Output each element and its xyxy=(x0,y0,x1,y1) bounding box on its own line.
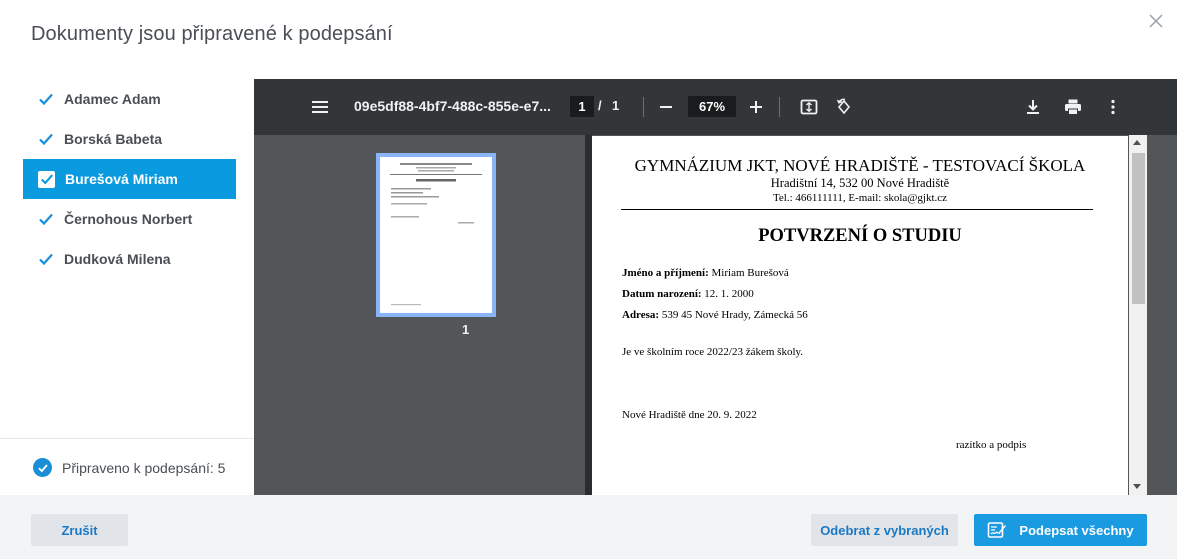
dialog-footer: Zrušit Odebrat z vybraných Podepsat všec… xyxy=(0,495,1177,559)
dob-value: 12. 1. 2000 xyxy=(704,288,754,300)
toolbar-divider xyxy=(779,97,780,117)
school-address: Hradištní 14, 532 00 Nové Hradiště xyxy=(770,176,950,190)
signature-icon xyxy=(987,520,1007,540)
address-line: Adresa: 539 45 Nové Hrady, Zámecká 56 xyxy=(622,309,808,321)
page-separator: / xyxy=(598,98,602,113)
pdf-toolbar: 09e5df88-4bf7-488c-855e-e7... 1 / 1 67% xyxy=(254,79,1177,135)
scroll-thumb[interactable] xyxy=(1132,153,1145,304)
list-item-adamec-adam[interactable]: Adamec Adam xyxy=(23,79,236,119)
ready-status: Připraveno k podepsání: 5 xyxy=(33,458,225,477)
sign-documents-dialog: Dokumenty jsou připravené k podepsání Ad… xyxy=(0,0,1177,559)
pdf-viewer: 09e5df88-4bf7-488c-855e-e7... 1 / 1 67% xyxy=(254,79,1177,495)
name-line: Jméno a příjmení: Miriam Burešová xyxy=(622,267,789,279)
list-item-dudkova-milena[interactable]: Dudková Milena xyxy=(23,239,236,279)
remove-selected-button[interactable]: Odebrat z vybraných xyxy=(811,514,958,546)
name-label: Jméno a příjmení: xyxy=(622,267,709,279)
check-circle-icon xyxy=(33,458,52,477)
dob-line: Datum narození: 12. 1. 2000 xyxy=(622,288,754,300)
checkmark-icon[interactable] xyxy=(38,170,55,188)
more-icon[interactable] xyxy=(1103,97,1123,117)
stamp-label: razítko a podpis xyxy=(956,439,1027,451)
document-view: GYMNÁZIUM JKT, NOVÉ HRADIŠTĚ - TESTOVACÍ… xyxy=(592,135,1177,495)
person-name: Burešová Miriam xyxy=(65,171,178,187)
place-date: Nové Hradiště dne 20. 9. 2022 xyxy=(622,409,757,421)
zoom-out-icon[interactable] xyxy=(656,97,676,117)
download-icon[interactable] xyxy=(1023,97,1043,117)
address-value: 539 45 Nové Hrady, Zámecká 56 xyxy=(661,309,808,321)
divider xyxy=(0,438,254,439)
person-name: Černohous Norbert xyxy=(64,211,193,227)
statement: Je ve školním roce 2022/23 žákem školy. xyxy=(622,346,804,358)
page-thumbnail[interactable] xyxy=(376,153,496,317)
zoom-input[interactable]: 67% xyxy=(688,96,736,117)
document-scrollbar[interactable] xyxy=(1129,135,1147,495)
menu-icon[interactable] xyxy=(311,98,329,116)
ready-label: Připraveno k podepsání: 5 xyxy=(62,459,226,476)
document-page: GYMNÁZIUM JKT, NOVÉ HRADIŠTĚ - TESTOVACÍ… xyxy=(592,136,1128,495)
list-item-cernohous-norbert[interactable]: Černohous Norbert xyxy=(23,199,236,239)
school-name: GYMNÁZIUM JKT, NOVÉ HRADIŠTĚ - TESTOVACÍ… xyxy=(634,156,1086,175)
cancel-button[interactable]: Zrušit xyxy=(31,514,128,546)
fit-page-icon[interactable] xyxy=(799,97,819,117)
sidebar-splitter[interactable] xyxy=(585,135,592,495)
close-icon[interactable] xyxy=(1146,11,1166,31)
name-value: Miriam Burešová xyxy=(711,267,789,279)
person-name: Adamec Adam xyxy=(64,91,161,107)
header-rule xyxy=(621,209,1093,210)
scroll-down-icon[interactable] xyxy=(1133,484,1141,489)
school-contact: Tel.: 466111111, E-mail: skola@gjkt.cz xyxy=(772,192,948,204)
toolbar-divider xyxy=(643,97,644,117)
page-number-input[interactable]: 1 xyxy=(570,96,594,117)
checkmark-icon[interactable] xyxy=(38,131,54,147)
sign-all-button[interactable]: Podepsat všechny xyxy=(974,514,1147,546)
list-item-buresova-miriam[interactable]: Burešová Miriam xyxy=(23,159,236,199)
people-list: Adamec Adam Borská Babeta Burešová Miria… xyxy=(23,79,236,279)
scroll-up-icon[interactable] xyxy=(1133,140,1141,145)
person-name: Dudková Milena xyxy=(64,251,171,267)
checkmark-icon[interactable] xyxy=(38,211,54,227)
rotate-icon[interactable] xyxy=(834,97,854,117)
print-icon[interactable] xyxy=(1063,97,1083,117)
total-pages: 1 xyxy=(612,98,620,113)
checkmark-icon[interactable] xyxy=(38,251,54,267)
file-name: 09e5df88-4bf7-488c-855e-e7... xyxy=(354,98,551,114)
person-name: Borská Babeta xyxy=(64,131,163,147)
checkmark-icon[interactable] xyxy=(38,91,54,107)
thumbnail-preview xyxy=(380,157,492,313)
thumbnail-page-number: 1 xyxy=(462,322,470,337)
dialog-title: Dokumenty jsou připravené k podepsání xyxy=(31,23,393,45)
zoom-in-icon[interactable] xyxy=(746,97,766,117)
dob-label: Datum narození: xyxy=(622,288,702,300)
sign-all-label: Podepsat všechny xyxy=(1019,522,1134,538)
thumbnail-panel: 1 xyxy=(286,135,585,495)
list-item-borska-babeta[interactable]: Borská Babeta xyxy=(23,119,236,159)
document-heading: POTVRZENÍ O STUDIU xyxy=(758,226,962,246)
address-label: Adresa: xyxy=(622,309,660,321)
